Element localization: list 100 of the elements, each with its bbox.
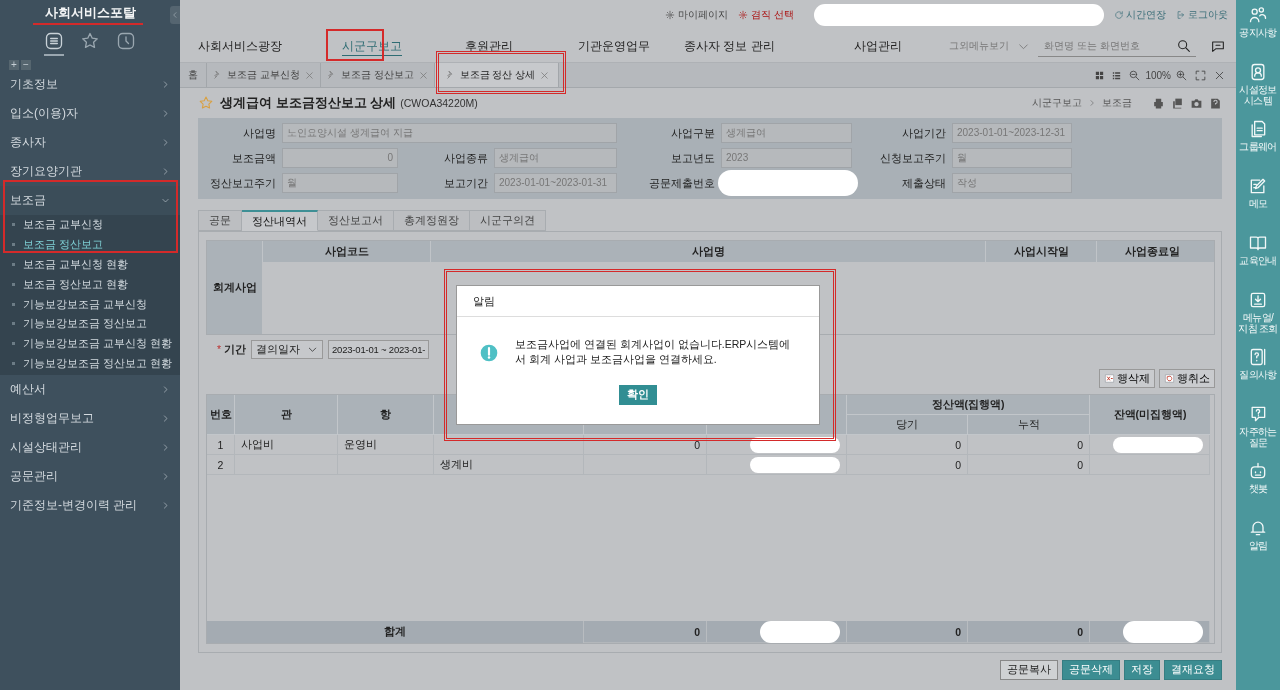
table-cell: 운영비 xyxy=(338,435,434,455)
nav-menu-item[interactable]: 종사자 정보 관리 xyxy=(684,33,854,59)
quick-link[interactable]: 메뉴얼/ 지침 조회 xyxy=(1236,290,1280,347)
confirm-button[interactable]: 확인 xyxy=(619,385,657,405)
submenu-item[interactable]: 보조금 정산보고 xyxy=(0,234,180,255)
screen-code: (CWOA34220M) xyxy=(400,97,478,109)
column-header: 당기 xyxy=(847,415,968,435)
total-cell: 0 xyxy=(847,621,968,643)
tab[interactable]: 홈 xyxy=(180,63,207,87)
tab[interactable]: 시군구의견 xyxy=(470,210,546,231)
field-label: 보고기간 xyxy=(443,175,488,191)
field-label: 사업종류 xyxy=(443,150,488,166)
submenu-item[interactable]: 기능보강보조금 교부신청 xyxy=(0,294,180,314)
header-link[interactable]: 마이페이지 xyxy=(665,8,729,22)
menu-item[interactable]: 기초정보 xyxy=(0,70,180,99)
submenu-item[interactable]: 기능보강보조금 교부신청 현황 xyxy=(0,333,180,354)
field-label: 보고년도 xyxy=(670,150,715,166)
date-range-field[interactable]: 2023-01-01 ~ 2023-01- xyxy=(328,340,430,359)
tab[interactable]: 보조금 정산 상세 xyxy=(434,63,560,87)
table-cell: 0 xyxy=(968,435,1090,455)
quick-link[interactable]: 챗봇 xyxy=(1236,461,1280,518)
tab[interactable]: 정산보고서 xyxy=(318,210,394,231)
tab[interactable]: 보조금 정산보고 xyxy=(320,63,435,87)
column-header: 사업시작일 xyxy=(985,241,1096,262)
tab[interactable]: 총계정원장 xyxy=(394,210,470,231)
table-cell: 0 xyxy=(584,435,707,455)
portal-title: 사회서비스포탈 xyxy=(44,5,136,21)
quick-link[interactable]: 교육안내 xyxy=(1236,233,1280,290)
table-cell: 0 xyxy=(847,435,968,455)
action-button[interactable]: 저장 xyxy=(1124,660,1160,680)
expand-all-button[interactable]: + xyxy=(9,60,19,70)
field-label: 정산보고주기 xyxy=(209,175,276,191)
submenu-item[interactable]: 보조금 교부신청 현황 xyxy=(0,254,180,275)
column-header: 번호 xyxy=(207,395,235,435)
table-cell: 0 xyxy=(968,455,1090,475)
total-label: 합계 xyxy=(207,621,584,643)
table-cell: 생계비 xyxy=(434,455,584,475)
submenu-item[interactable]: 기능보강보조금 정산보고 현황 xyxy=(0,353,180,374)
menu-item[interactable]: 시설상태관리 xyxy=(0,433,180,463)
nav-menu-item[interactable]: 사회서비스광장 xyxy=(198,33,342,59)
action-button[interactable]: 공문삭제 xyxy=(1062,660,1120,680)
quick-link[interactable]: 질의사항 xyxy=(1236,347,1280,404)
filter-label: * 기간 xyxy=(215,342,246,357)
action-button[interactable]: 결재요청 xyxy=(1164,660,1222,680)
column-header: 관 xyxy=(235,395,338,435)
field-label: 제출상태 xyxy=(901,175,946,191)
tab[interactable]: 정산내역서 xyxy=(242,210,318,231)
submenu-item[interactable]: 기능보강보조금 정산보고 xyxy=(0,314,180,334)
tab[interactable]: 공문 xyxy=(198,210,242,231)
dialog-title: 알림 xyxy=(457,286,819,317)
field-label: 보조금액 xyxy=(231,150,276,166)
menu-item[interactable]: 공문관리 xyxy=(0,462,180,492)
quick-link[interactable]: 공지사항 xyxy=(1236,5,1280,62)
header-link[interactable]: 로그아웃 xyxy=(1176,8,1228,22)
field-label: 신청보고주기 xyxy=(879,150,946,166)
menu-item[interactable]: 기준정보-변경이력 관리 xyxy=(0,491,180,521)
header-link[interactable]: 시간연장 xyxy=(1114,8,1166,22)
column-header: 사업코드 xyxy=(262,241,430,262)
column-header: 정산액(집행액) xyxy=(847,395,1090,415)
row-header: 회계사업 xyxy=(207,241,262,334)
required-mark: * xyxy=(216,342,221,355)
quick-link[interactable]: 시설정보 시스템 xyxy=(1236,62,1280,119)
table-cell: 1 xyxy=(207,435,235,455)
quick-link[interactable]: 알림 xyxy=(1236,518,1280,575)
total-cell: 0 xyxy=(968,621,1090,643)
header-link[interactable]: 겸직 선택 xyxy=(738,8,794,22)
dialog-message: 보조금사업에 연결된 회계사업이 없습니다.ERP시스템에서 회계 사업과 보조금사업을 연결하세요. xyxy=(515,337,792,367)
search-field[interactable]: 화면명 또는 화면번호 xyxy=(1042,39,1176,52)
nav-menu-item[interactable]: 사업관리 xyxy=(854,33,949,59)
field-label: 공문제출번호 xyxy=(648,175,715,191)
menu-item[interactable]: 장기요양기관 xyxy=(0,157,180,186)
field-label: 사업구분 xyxy=(670,125,715,141)
table-cell: 2 xyxy=(207,455,235,475)
date-type-dropdown[interactable]: 결의일자 xyxy=(251,340,323,359)
quick-link[interactable]: 그룹웨어 xyxy=(1236,119,1280,176)
menu-item[interactable]: 보조금 xyxy=(0,186,180,215)
page-title: 생계급여 보조금정산보고 상세 xyxy=(220,94,397,112)
quick-link[interactable]: 메모 xyxy=(1236,176,1280,233)
breadcrumb-item[interactable]: 보조금 xyxy=(1102,96,1132,110)
delete-row-button[interactable]: 행삭제 xyxy=(1099,369,1155,388)
action-button[interactable]: 공문복사 xyxy=(1000,660,1058,680)
menu-item[interactable]: 비정형업무보고 xyxy=(0,404,180,434)
zoom-level: 100% xyxy=(1145,69,1171,81)
breadcrumb-item[interactable]: 시군구보고 xyxy=(1032,96,1082,110)
cancel-row-button[interactable]: 행취소 xyxy=(1159,369,1215,388)
submenu-item[interactable]: 보조금 정산보고 현황 xyxy=(0,274,180,295)
column-header: 누적 xyxy=(968,415,1090,435)
table-cell: 0 xyxy=(847,455,968,475)
submenu-item[interactable]: 보조금 교부신청 xyxy=(0,215,180,235)
menu-item[interactable]: 입소(이용)자 xyxy=(0,99,180,128)
column-header: 사업종료일 xyxy=(1096,241,1208,262)
quick-link[interactable]: 자주하는 질문 xyxy=(1236,404,1280,461)
field-label: 사업명 xyxy=(242,125,276,141)
column-header: 항 xyxy=(338,395,434,435)
menu-item[interactable]: 종사자 xyxy=(0,128,180,157)
tab[interactable]: 보조금 교부신청 xyxy=(207,63,321,87)
nav-menu-item[interactable]: 기관운영업무 xyxy=(578,33,684,59)
collapse-all-button[interactable]: − xyxy=(21,60,31,70)
menu-item[interactable]: 예산서 xyxy=(0,375,180,405)
nav-menu-item[interactable]: 후원관리 xyxy=(465,33,578,59)
